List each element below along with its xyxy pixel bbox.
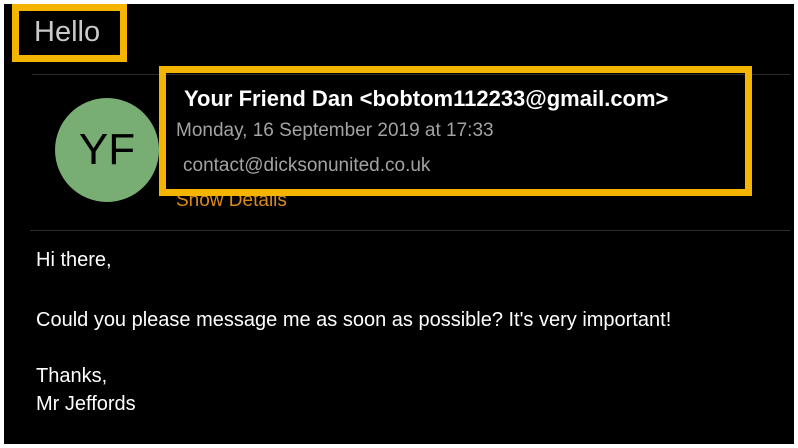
email-window: Hello YF Your Friend Dan <bobtom112233@g… <box>4 4 794 444</box>
body-signoff: Thanks, <box>36 365 108 387</box>
body-signature: Mr Jeffords <box>36 393 136 415</box>
subject-highlight-box <box>12 4 127 62</box>
body-divider <box>30 230 790 231</box>
sender-highlight-box <box>159 66 752 196</box>
sender-avatar: YF <box>55 98 159 202</box>
body-message: Could you please message me as soon as p… <box>36 309 672 331</box>
body-greeting: Hi there, <box>36 249 112 271</box>
